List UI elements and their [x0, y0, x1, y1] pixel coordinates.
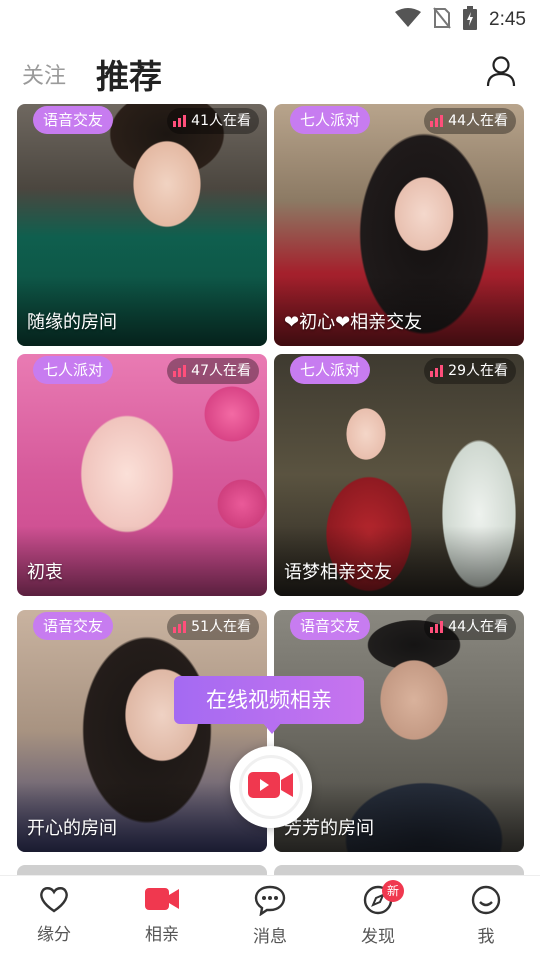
- heart-icon: [14, 884, 94, 914]
- room-card[interactable]: 七人派对 47人在看 初衷: [17, 354, 267, 596]
- room-type-tag: 七人派对: [33, 356, 114, 384]
- room-title: 初衷: [27, 562, 63, 583]
- nav-item-messages[interactable]: 消息: [230, 884, 310, 954]
- room-type-tag: 语音交友: [33, 106, 114, 134]
- room-title: 开心的房间: [27, 818, 117, 839]
- bottom-nav: 缘分 相亲 消息 新 发现 我: [0, 875, 540, 960]
- room-card[interactable]: 语音交友 41人在看 随缘的房间: [17, 104, 267, 346]
- profile-icon[interactable]: [484, 54, 518, 88]
- room-card-partial[interactable]: [274, 865, 524, 875]
- room-card[interactable]: 语音交友 44人在看 芳芳的房间: [274, 610, 524, 852]
- video-camera-icon: [122, 884, 202, 914]
- room-title: 随缘的房间: [27, 312, 117, 333]
- smile-icon: [446, 884, 526, 916]
- room-type-tag: 七人派对: [290, 356, 371, 384]
- room-card[interactable]: 语音交友 51人在看 开心的房间: [17, 610, 267, 852]
- chat-bubble-icon: [230, 884, 310, 916]
- battery-charging-icon: [463, 6, 478, 34]
- tab-recommend[interactable]: 推荐: [96, 50, 162, 98]
- no-sim-icon: [433, 7, 451, 33]
- status-bar: 2:45: [0, 0, 540, 36]
- compass-icon: [338, 884, 418, 916]
- room-card[interactable]: 七人派对 29人在看 语梦相亲交友: [274, 354, 524, 596]
- video-match-button[interactable]: [230, 746, 312, 828]
- nav-item-me[interactable]: 我: [446, 884, 526, 954]
- video-camera-icon: [248, 770, 294, 804]
- wifi-icon: [395, 8, 422, 32]
- room-card-partial[interactable]: [17, 865, 267, 875]
- video-match-tooltip[interactable]: 在线视频相亲: [174, 676, 364, 724]
- tab-follow[interactable]: 关注: [22, 58, 66, 90]
- nav-item-blind-date[interactable]: 相亲: [122, 884, 202, 954]
- viewer-count: 29人在看: [424, 358, 516, 384]
- viewer-count: 44人在看: [424, 108, 516, 134]
- clock: 2:45: [489, 9, 526, 30]
- room-title: 语梦相亲交友: [284, 562, 392, 583]
- room-card[interactable]: 七人派对 44人在看 ❤初心❤相亲交友: [274, 104, 524, 346]
- viewer-count: 44人在看: [424, 614, 516, 640]
- viewer-count: 41人在看: [167, 108, 259, 134]
- nav-item-fate[interactable]: 缘分: [14, 884, 94, 954]
- viewer-count: 47人在看: [167, 358, 259, 384]
- room-type-tag: 七人派对: [290, 106, 371, 134]
- viewer-count: 51人在看: [167, 614, 259, 640]
- room-title: ❤初心❤相亲交友: [284, 312, 423, 333]
- room-type-tag: 语音交友: [290, 612, 371, 640]
- new-badge: 新: [382, 880, 404, 902]
- room-type-tag: 语音交友: [33, 612, 114, 640]
- top-header: 关注 推荐: [0, 40, 540, 104]
- nav-item-discover[interactable]: 新 发现: [338, 880, 418, 954]
